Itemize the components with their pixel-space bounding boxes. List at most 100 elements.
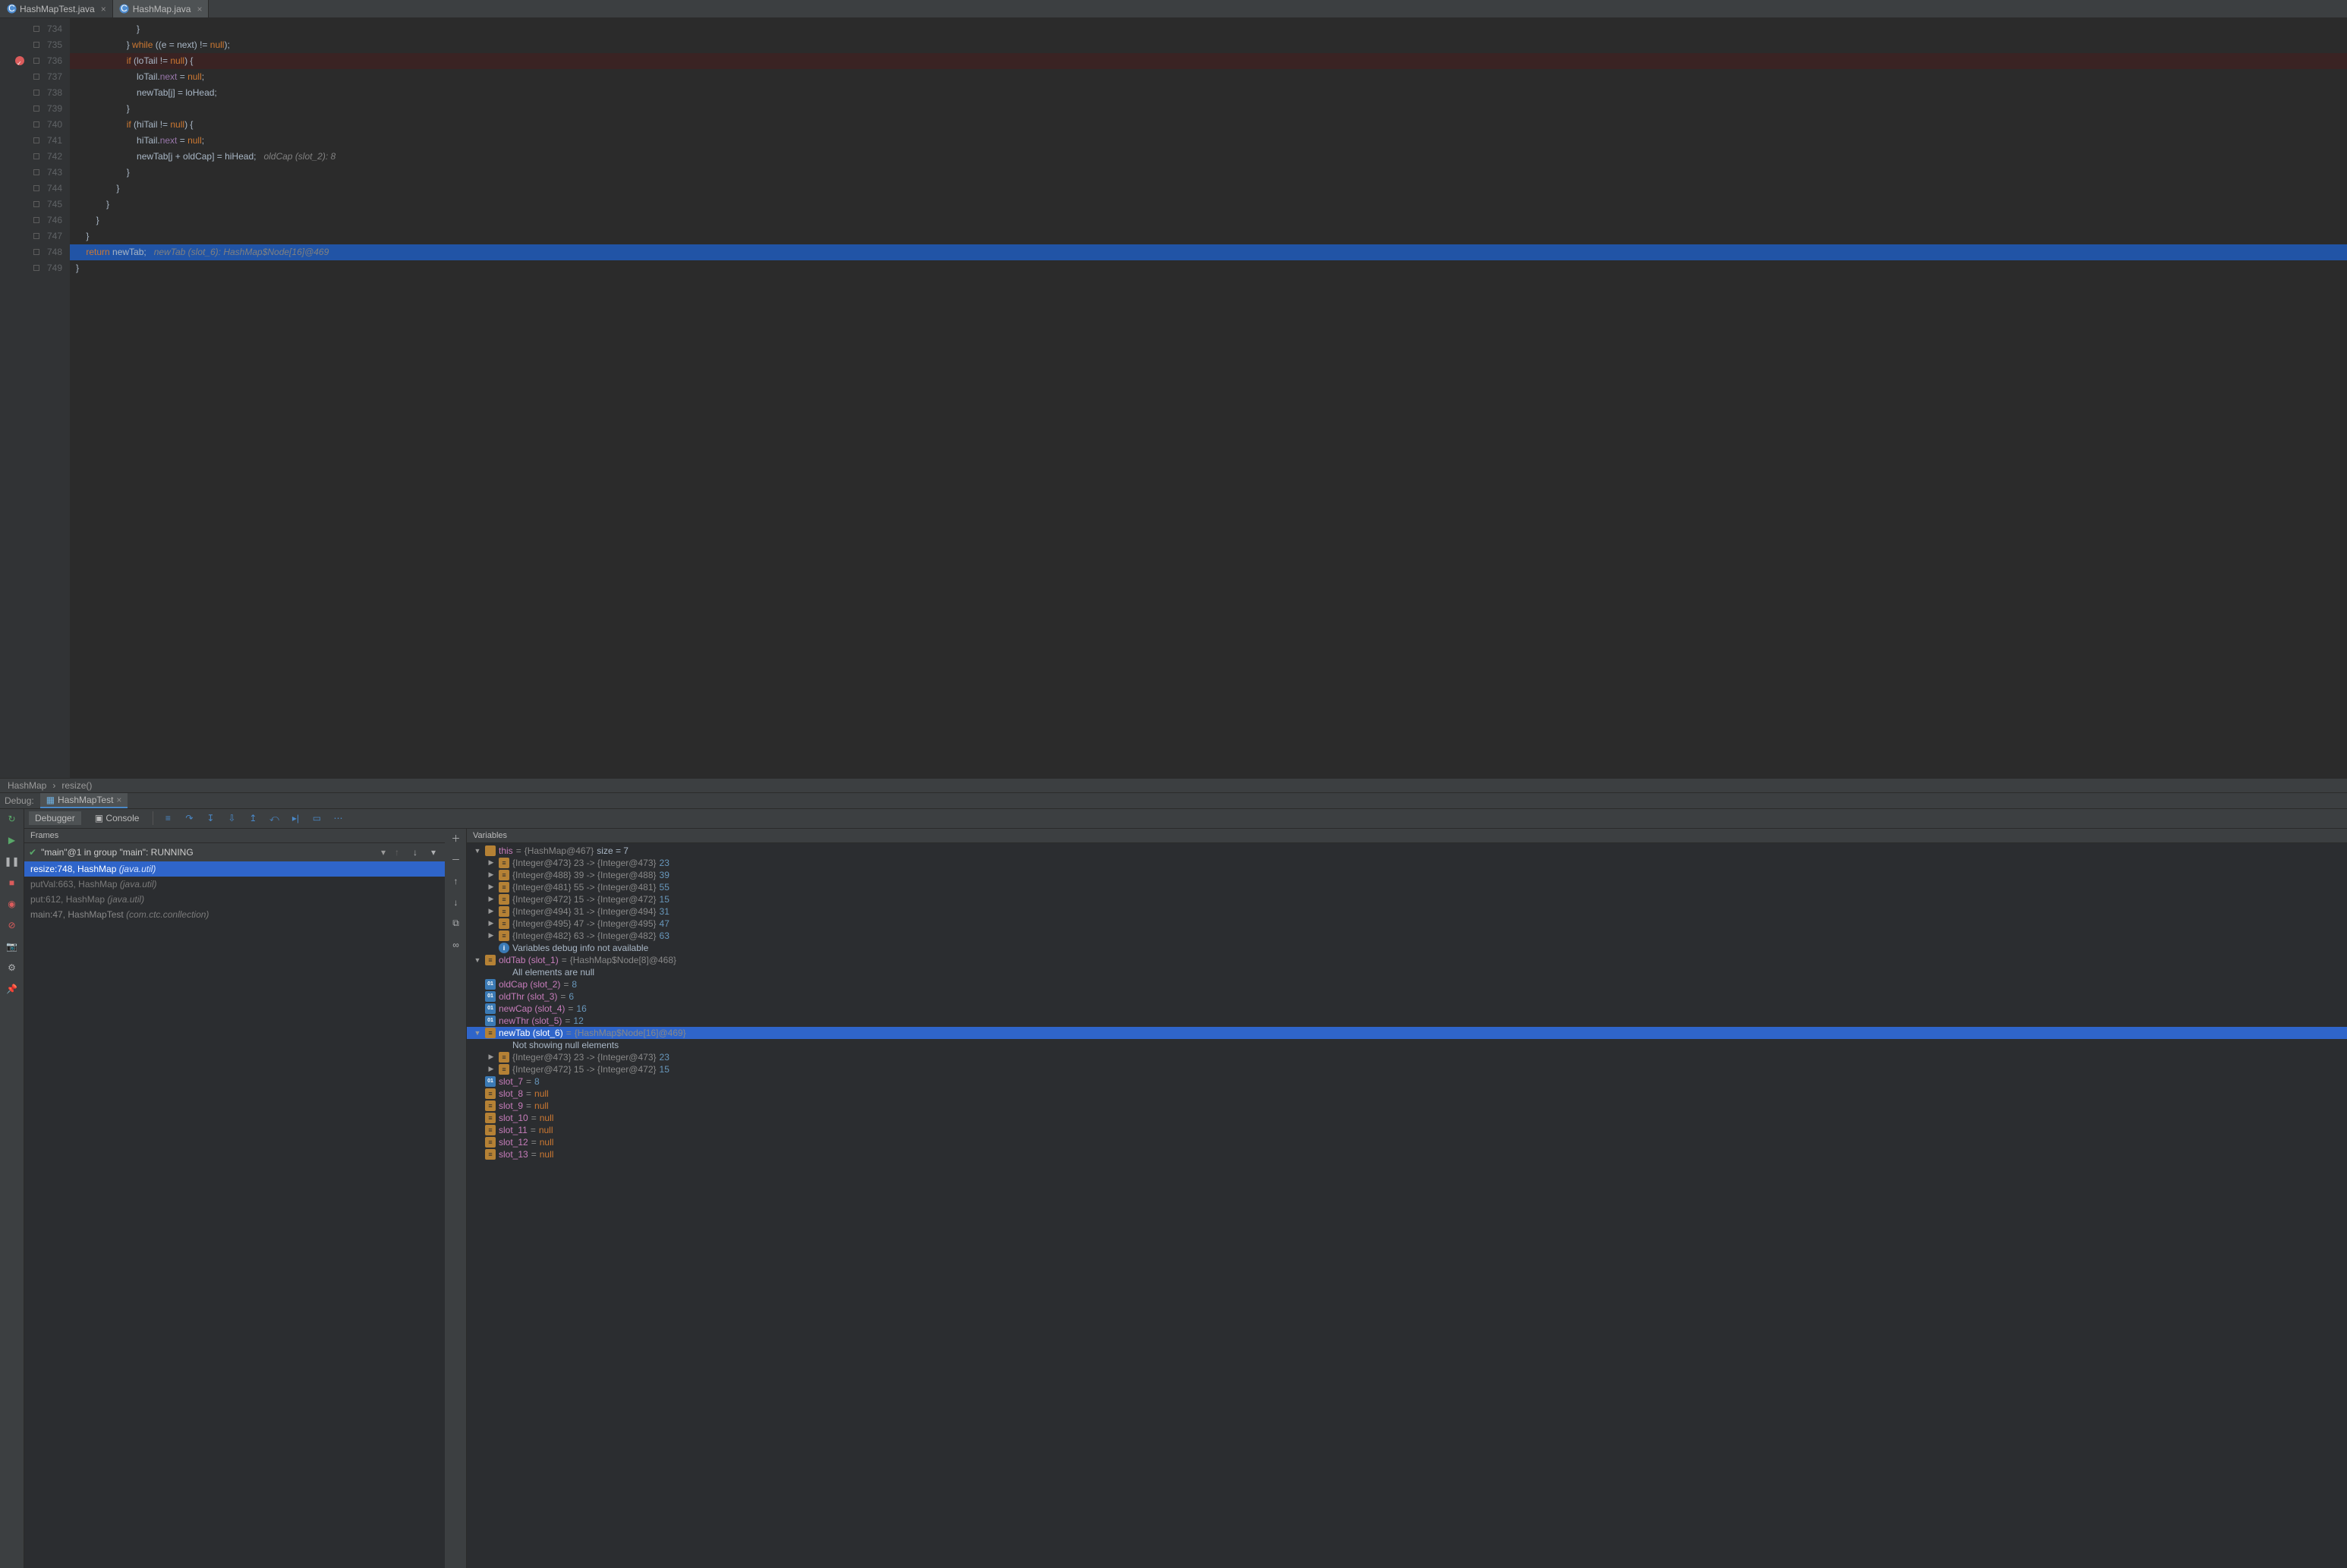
chevron-down-icon[interactable]: ▾: [381, 847, 386, 858]
variable-node[interactable]: newThr (slot_5) = 12: [467, 1015, 2347, 1027]
show-exec-icon[interactable]: ≡: [161, 811, 175, 825]
pause-icon[interactable]: ❚❚: [5, 855, 19, 868]
line-number[interactable]: 744: [0, 181, 62, 197]
fold-marker[interactable]: [33, 233, 39, 239]
fold-marker[interactable]: [33, 42, 39, 48]
variable-node[interactable]: ▶{Integer@482} 63 -> {Integer@482} 63: [467, 930, 2347, 942]
variable-node[interactable]: ▶{Integer@473} 23 -> {Integer@473} 23: [467, 1051, 2347, 1063]
breadcrumb[interactable]: HashMap › resize(): [0, 778, 2347, 792]
force-into-icon[interactable]: ⇩: [225, 811, 238, 825]
tab-debugger[interactable]: Debugger: [29, 811, 81, 825]
code-line[interactable]: if (loTail != null) {: [70, 53, 2347, 69]
breakpoint-icon[interactable]: [15, 56, 24, 65]
tree-twistie[interactable]: ▼: [473, 847, 482, 855]
code-line[interactable]: }: [70, 165, 2347, 181]
fold-marker[interactable]: [33, 90, 39, 96]
tree-twistie[interactable]: ▶: [487, 907, 496, 915]
code-line[interactable]: }: [70, 181, 2347, 197]
evaluate-icon[interactable]: ▭: [310, 811, 323, 825]
line-number[interactable]: 749: [0, 260, 62, 276]
thread-selector[interactable]: "main"@1 in group "main": RUNNING: [41, 847, 376, 858]
variable-node[interactable]: oldThr (slot_3) = 6: [467, 990, 2347, 1003]
variable-node[interactable]: newCap (slot_4) = 16: [467, 1003, 2347, 1015]
code-line[interactable]: }: [70, 213, 2347, 228]
mute-bp-icon[interactable]: ⊘: [5, 918, 19, 932]
line-number[interactable]: 738: [0, 85, 62, 101]
tree-twistie[interactable]: ▶: [487, 858, 496, 867]
fold-marker[interactable]: [33, 265, 39, 271]
debug-config-tab[interactable]: ▦ HashMapTest ×: [40, 793, 128, 808]
tree-twistie[interactable]: ▼: [473, 956, 482, 964]
tree-twistie[interactable]: ▼: [473, 1029, 482, 1037]
close-icon[interactable]: ×: [116, 795, 121, 805]
tree-twistie[interactable]: ▶: [487, 1053, 496, 1061]
code-line[interactable]: }: [70, 260, 2347, 276]
variable-node[interactable]: ▶{Integer@488} 39 -> {Integer@488} 39: [467, 869, 2347, 881]
close-icon[interactable]: ×: [197, 4, 202, 14]
line-number[interactable]: 734: [0, 21, 62, 37]
variable-node[interactable]: ▼oldTab (slot_1) = {HashMap$Node[8]@468}: [467, 954, 2347, 966]
tree-twistie[interactable]: ▶: [487, 931, 496, 940]
add-icon[interactable]: ＋: [449, 832, 463, 845]
step-over-icon[interactable]: ↷: [182, 811, 196, 825]
filter-icon[interactable]: ▾: [427, 845, 440, 859]
variable-node[interactable]: slot_9 = null: [467, 1100, 2347, 1112]
variable-node[interactable]: ▼newTab (slot_6) = {HashMap$Node[16]@469…: [467, 1027, 2347, 1039]
variable-node[interactable]: Variables debug info not available: [467, 942, 2347, 954]
breadcrumb-method[interactable]: resize(): [61, 780, 92, 791]
code-line[interactable]: } while ((e = next) != null);: [70, 37, 2347, 53]
fold-marker[interactable]: [33, 137, 39, 143]
variable-node[interactable]: ▶{Integer@495} 47 -> {Integer@495} 47: [467, 918, 2347, 930]
variable-node[interactable]: ▶{Integer@472} 15 -> {Integer@472} 15: [467, 1063, 2347, 1075]
resume-icon[interactable]: ▶: [5, 833, 19, 847]
tab-console[interactable]: ▣ Console: [89, 811, 146, 825]
variable-node[interactable]: ▶{Integer@481} 55 -> {Integer@481} 55: [467, 881, 2347, 893]
down-icon[interactable]: ↓: [449, 896, 463, 909]
variable-node[interactable]: ▶{Integer@472} 15 -> {Integer@472} 15: [467, 893, 2347, 905]
tree-twistie[interactable]: ▶: [487, 871, 496, 879]
line-number[interactable]: 741: [0, 133, 62, 149]
variable-node[interactable]: ▼this = {HashMap@467} size = 7: [467, 845, 2347, 857]
step-out-icon[interactable]: ↥: [246, 811, 260, 825]
stack-frame[interactable]: put:612, HashMap (java.util): [24, 892, 445, 907]
stack-frame[interactable]: main:47, HashMapTest (com.ctc.conllectio…: [24, 907, 445, 922]
variable-node[interactable]: slot_11 = null: [467, 1124, 2347, 1136]
stack-frame[interactable]: resize:748, HashMap (java.util): [24, 861, 445, 877]
close-icon[interactable]: ×: [101, 4, 106, 14]
view-bp-icon[interactable]: ◉: [5, 897, 19, 911]
up-icon[interactable]: ↑: [449, 874, 463, 888]
line-number[interactable]: 747: [0, 228, 62, 244]
variable-node[interactable]: slot_8 = null: [467, 1088, 2347, 1100]
breadcrumb-class[interactable]: HashMap: [8, 780, 46, 791]
fold-marker[interactable]: [33, 153, 39, 159]
line-number[interactable]: 748: [0, 244, 62, 260]
fold-marker[interactable]: [33, 105, 39, 112]
variable-node[interactable]: Not showing null elements: [467, 1039, 2347, 1051]
editor-tab[interactable]: CHashMap.java×: [113, 0, 209, 17]
frames-list[interactable]: resize:748, HashMap (java.util)putVal:66…: [24, 861, 445, 1568]
code-line[interactable]: }: [70, 101, 2347, 117]
run-to-cursor-icon[interactable]: ▸|: [288, 811, 302, 825]
fold-marker[interactable]: [33, 201, 39, 207]
variable-node[interactable]: slot_7 = 8: [467, 1075, 2347, 1088]
line-number[interactable]: 737: [0, 69, 62, 85]
stop-icon[interactable]: ■: [5, 876, 19, 889]
line-number[interactable]: 742: [0, 149, 62, 165]
copy-icon[interactable]: ⧉: [449, 917, 463, 930]
variable-node[interactable]: slot_13 = null: [467, 1148, 2347, 1160]
next-frame-icon[interactable]: ↓: [408, 845, 422, 859]
line-number[interactable]: 736: [0, 53, 62, 69]
variable-node[interactable]: slot_12 = null: [467, 1136, 2347, 1148]
fold-marker[interactable]: [33, 58, 39, 64]
line-number[interactable]: 746: [0, 213, 62, 228]
fold-marker[interactable]: [33, 185, 39, 191]
link-icon[interactable]: ∞: [449, 938, 463, 952]
variables-tree[interactable]: ▼this = {HashMap@467} size = 7 ▶{Integer@…: [467, 843, 2347, 1568]
variable-node[interactable]: All elements are null: [467, 966, 2347, 978]
fold-marker[interactable]: [33, 121, 39, 128]
rerun-icon[interactable]: ↻: [5, 812, 19, 826]
pin-icon[interactable]: 📌: [5, 982, 19, 996]
code-line[interactable]: newTab[j] = loHead;: [70, 85, 2347, 101]
line-number[interactable]: 740: [0, 117, 62, 133]
tree-twistie[interactable]: ▶: [487, 895, 496, 903]
